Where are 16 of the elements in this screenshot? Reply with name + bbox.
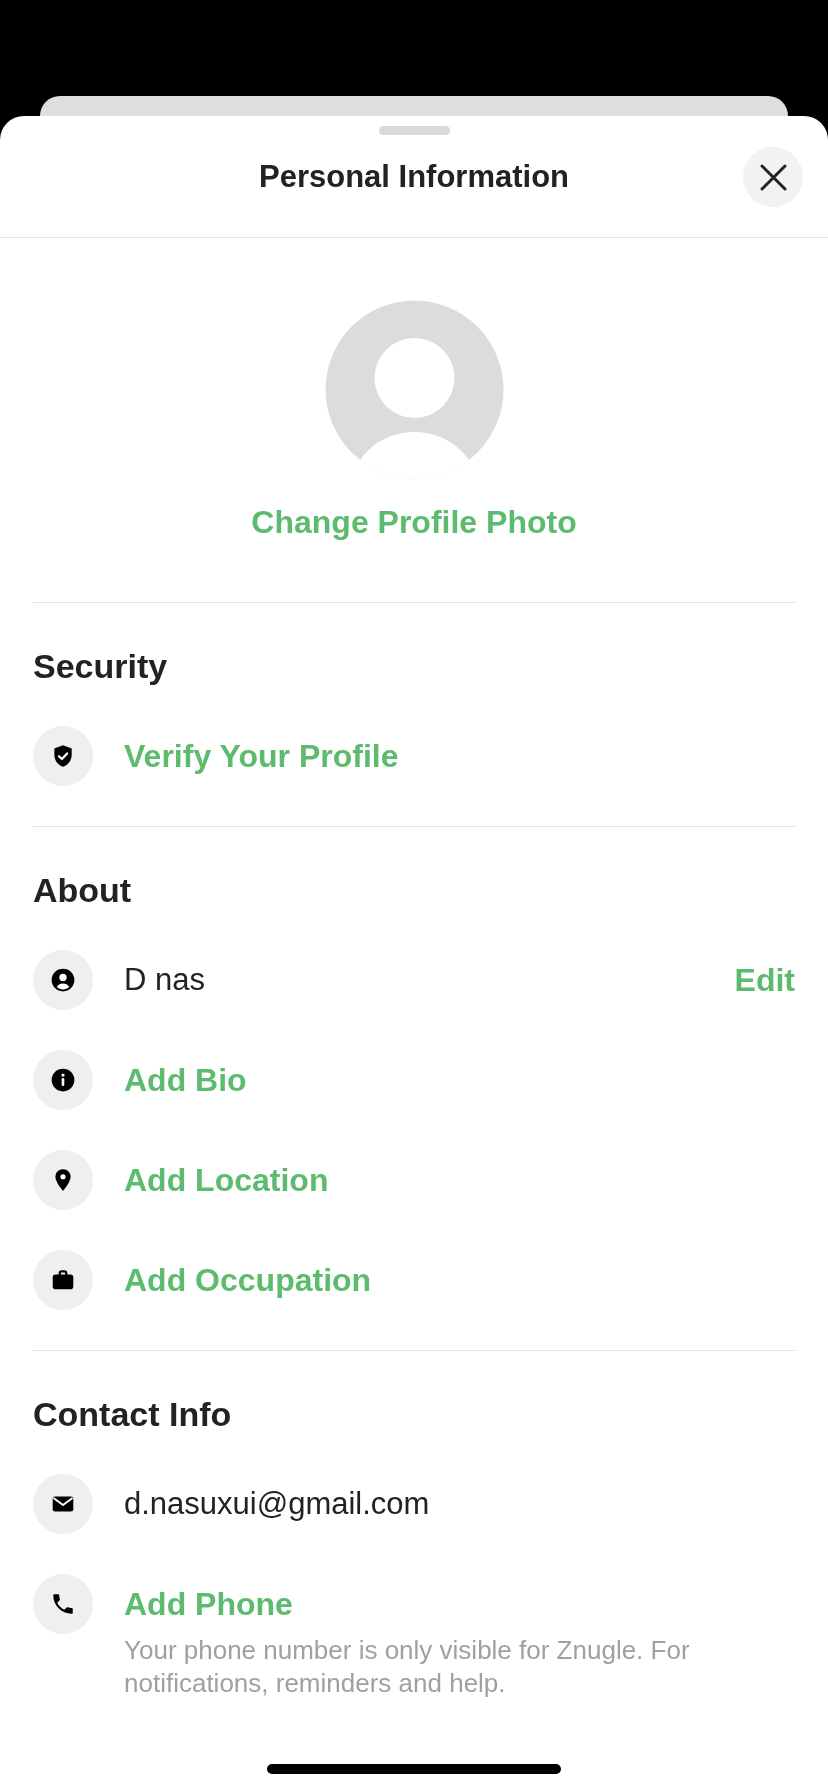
sheet-title: Personal Information xyxy=(258,158,569,196)
helper-text: Your phone number is only visible for Znugle. For notifications, reminders and help. xyxy=(124,1634,691,1700)
drag-handle[interactable] xyxy=(378,126,450,135)
close-icon xyxy=(759,163,787,191)
action-link[interactable]: Verify Your Profile xyxy=(124,726,399,786)
action-link[interactable]: Add Bio xyxy=(124,1050,247,1110)
section-title: About xyxy=(33,870,132,910)
action-link[interactable]: Add Occupation xyxy=(124,1250,372,1310)
action-link[interactable]: Add Location xyxy=(124,1150,329,1210)
section-title: Contact Info xyxy=(33,1394,232,1434)
edit-link[interactable]: Edit xyxy=(734,950,795,1010)
section-title: Security xyxy=(33,646,168,686)
field-value: D nas xyxy=(124,961,205,999)
change-photo-link[interactable]: Change Profile Photo xyxy=(251,504,577,540)
action-link[interactable]: Add Phone xyxy=(124,1574,293,1634)
field-value: d.nasuxui@gmail.com xyxy=(124,1485,430,1523)
